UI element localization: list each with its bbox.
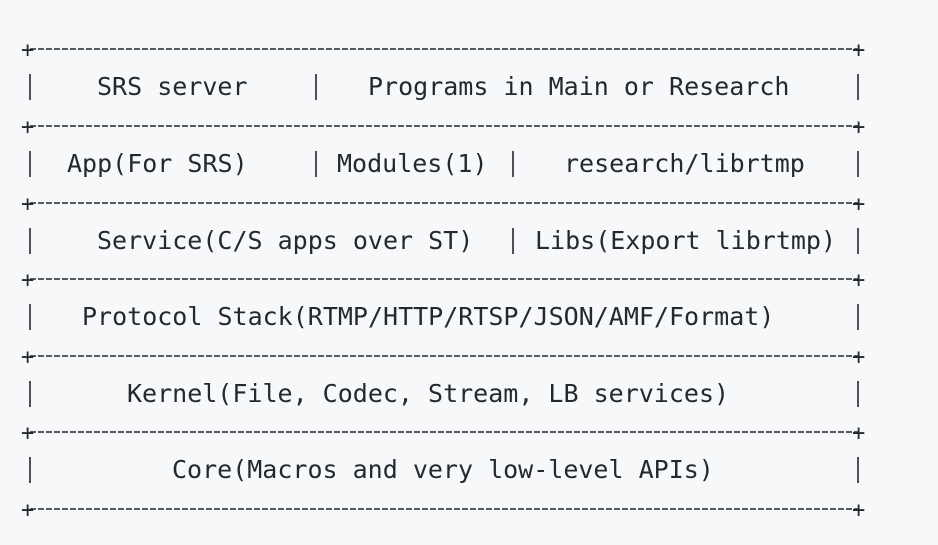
plus-marker: + [852,345,865,370]
horizontal-borders [30,48,858,510]
libs-label: Libs(Export librtmp) [535,226,836,255]
architecture-diagram: + + + + + + + + + + + + + + SRS server P… [21,38,865,523]
plus-marker: + [21,421,34,446]
corner-markers: + + + + + + + + + + + + + + [21,38,865,523]
modules-label: Modules(1) [337,149,488,178]
plus-marker: + [21,38,34,63]
srs-server-label: SRS server [97,72,248,101]
plus-marker: + [852,38,865,63]
plus-marker: + [852,421,865,446]
plus-marker: + [852,192,865,217]
app-label: App(For SRS) [67,149,248,178]
core-label: Core(Macros and very low-level APIs) [172,455,714,484]
cell-labels: SRS server Programs in Main or Research … [67,72,836,484]
plus-marker: + [21,498,34,523]
plus-marker: + [852,115,865,140]
plus-marker: + [852,268,865,293]
kernel-label: Kernel(File, Codec, Stream, LB services) [127,379,729,408]
research-librtmp-label: research/librtmp [564,149,805,178]
plus-marker: + [21,115,34,140]
service-label: Service(C/S apps over ST) [97,226,473,255]
programs-label: Programs in Main or Research [368,72,789,101]
protocol-stack-label: Protocol Stack(RTMP/HTTP/RTSP/JSON/AMF/F… [82,302,774,331]
plus-marker: + [21,268,34,293]
plus-marker: + [21,345,34,370]
plus-marker: + [852,498,865,523]
plus-marker: + [21,192,34,217]
